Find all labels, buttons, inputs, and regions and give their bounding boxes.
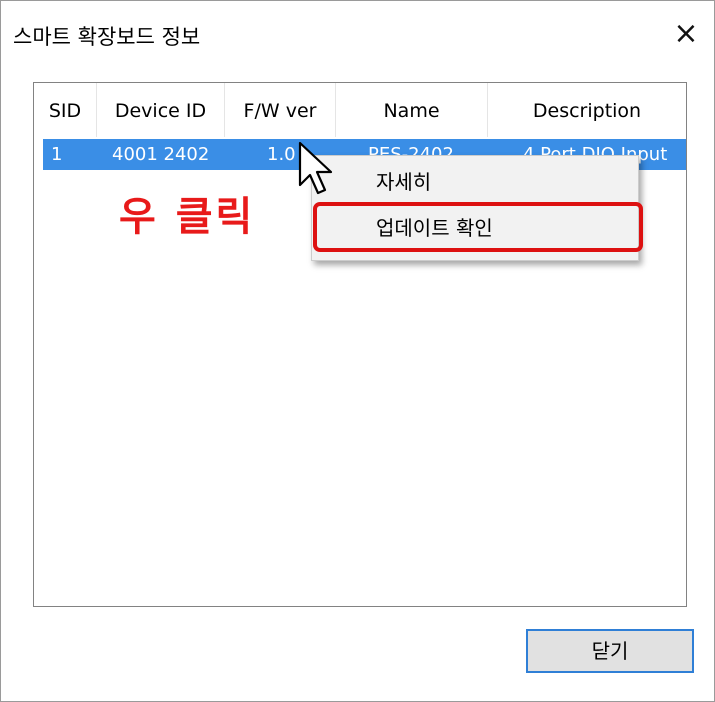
highlight-box [313,202,643,252]
window-title: 스마트 확장보드 정보 [13,25,201,49]
cell-fw-ver: 1.0 [267,144,296,165]
column-header-device-id[interactable]: Device ID [97,83,225,137]
title-bar: 스마트 확장보드 정보 × [1,1,714,67]
cell-device-id: 4001 2402 [112,144,210,165]
close-icon[interactable]: × [669,17,703,51]
mouse-cursor-icon [298,141,333,195]
smart-board-info-dialog: 스마트 확장보드 정보 × SID Device ID F/W ver Name… [0,0,715,702]
column-header-sid[interactable]: SID [34,83,97,137]
column-header-description[interactable]: Description [488,83,686,137]
cell-sid: 1 [51,144,63,165]
column-header-name[interactable]: Name [336,83,488,137]
context-menu-item-label: 자세히 [376,170,432,194]
right-click-annotation: 우 클릭 [119,194,256,240]
close-button[interactable]: 닫기 [526,629,694,673]
context-menu-item-details[interactable]: 자세히 [312,160,638,204]
list-header: SID Device ID F/W ver Name Description [34,83,686,137]
column-header-fw-ver[interactable]: F/W ver [225,83,336,137]
